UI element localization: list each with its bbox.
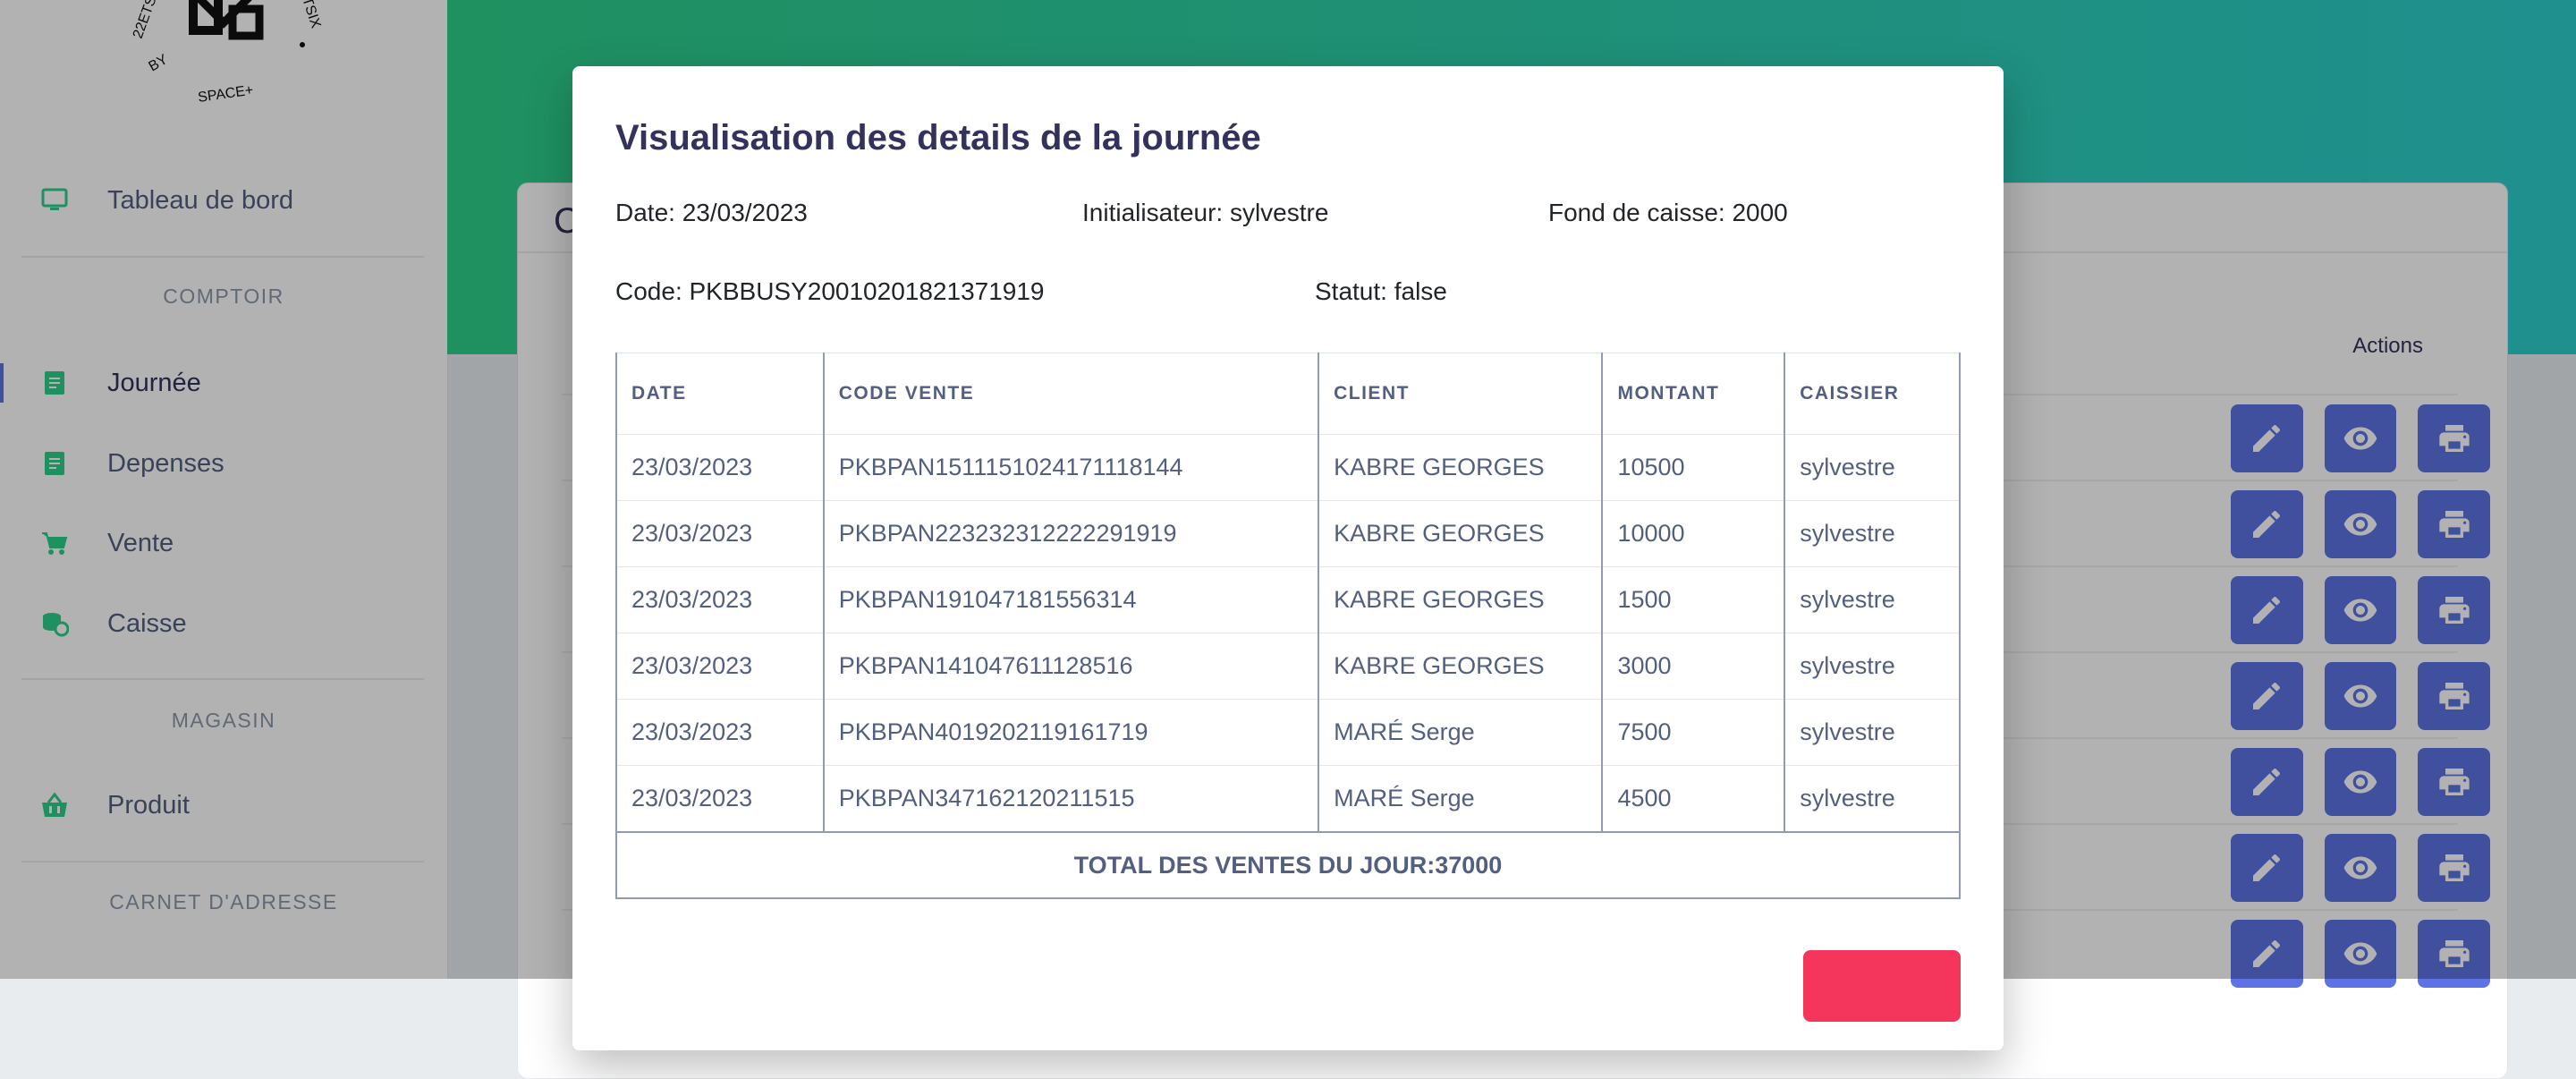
- cell-date: 23/03/2023: [615, 566, 825, 633]
- table-row: 23/03/2023 PKBPAN347162120211515 MARÉ Se…: [615, 765, 1961, 832]
- cell-client: KABRE GEORGES: [1318, 566, 1604, 633]
- modal-title: Visualisation des details de la journée: [615, 118, 1261, 157]
- table-row: 23/03/2023 PKBPAN191047181556314 KABRE G…: [615, 566, 1961, 633]
- meta-date: Date: 23/03/2023: [615, 199, 808, 226]
- cell-date: 23/03/2023: [615, 500, 825, 567]
- column-header-client: CLIENT: [1318, 353, 1604, 435]
- cell-amount: 7500: [1601, 699, 1786, 766]
- total-sales-cell: TOTAL DES VENTES DU JOUR:37000: [615, 831, 1961, 899]
- cell-amount: 10500: [1601, 434, 1786, 501]
- cell-client: KABRE GEORGES: [1318, 434, 1604, 501]
- table-header-row: DATE CODE VENTE CLIENT MONTANT CAISSIER: [615, 353, 1961, 435]
- meta-initiator: Initialisateur: sylvestre: [1082, 199, 1329, 226]
- cell-client: MARÉ Serge: [1318, 765, 1604, 832]
- cell-code: PKBPAN4019202119161719: [822, 699, 1320, 766]
- cell-date: 23/03/2023: [615, 699, 825, 766]
- meta-code: Code: PKBBUSY20010201821371919: [615, 277, 1045, 305]
- cell-cashier: sylvestre: [1784, 699, 1961, 766]
- table-row: 23/03/2023 PKBPAN223232312222291919 KABR…: [615, 500, 1961, 567]
- cell-code: PKBPAN223232312222291919: [822, 500, 1320, 567]
- table-row: 23/03/2023 PKBPAN4019202119161719 MARÉ S…: [615, 699, 1961, 766]
- day-details-modal: Visualisation des details de la journée …: [572, 66, 2004, 1050]
- cell-date: 23/03/2023: [615, 434, 825, 501]
- cell-client: KABRE GEORGES: [1318, 500, 1604, 567]
- table-row: 23/03/2023 PKBPAN1511151024171118144 KAB…: [615, 434, 1961, 501]
- close-button[interactable]: [1803, 950, 1961, 1022]
- cell-cashier: sylvestre: [1784, 500, 1961, 567]
- table-row: 23/03/2023 PKBPAN141047611128516 KABRE G…: [615, 633, 1961, 700]
- meta-fund: Fond de caisse: 2000: [1548, 199, 1788, 226]
- column-header-date: DATE: [615, 353, 825, 435]
- cell-amount: 10000: [1601, 500, 1786, 567]
- cell-client: MARÉ Serge: [1318, 699, 1604, 766]
- cell-cashier: sylvestre: [1784, 765, 1961, 832]
- cell-client: KABRE GEORGES: [1318, 633, 1604, 700]
- meta-status: Statut: false: [1315, 277, 1447, 305]
- cell-date: 23/03/2023: [615, 633, 825, 700]
- sales-details-table: DATE CODE VENTE CLIENT MONTANT CAISSIER …: [615, 353, 1961, 899]
- cell-code: PKBPAN191047181556314: [822, 566, 1320, 633]
- cell-amount: 1500: [1601, 566, 1786, 633]
- cell-date: 23/03/2023: [615, 765, 825, 832]
- column-header-code: CODE VENTE: [822, 353, 1320, 435]
- cell-cashier: sylvestre: [1784, 566, 1961, 633]
- cell-cashier: sylvestre: [1784, 633, 1961, 700]
- cell-code: PKBPAN1511151024171118144: [822, 434, 1320, 501]
- cell-amount: 3000: [1601, 633, 1786, 700]
- column-header-amount: MONTANT: [1601, 353, 1786, 435]
- column-header-cashier: CAISSIER: [1784, 353, 1961, 435]
- cell-code: PKBPAN347162120211515: [822, 765, 1320, 832]
- cell-cashier: sylvestre: [1784, 434, 1961, 501]
- cell-amount: 4500: [1601, 765, 1786, 832]
- table-total-row: TOTAL DES VENTES DU JOUR:37000: [615, 831, 1961, 899]
- cell-code: PKBPAN141047611128516: [822, 633, 1320, 700]
